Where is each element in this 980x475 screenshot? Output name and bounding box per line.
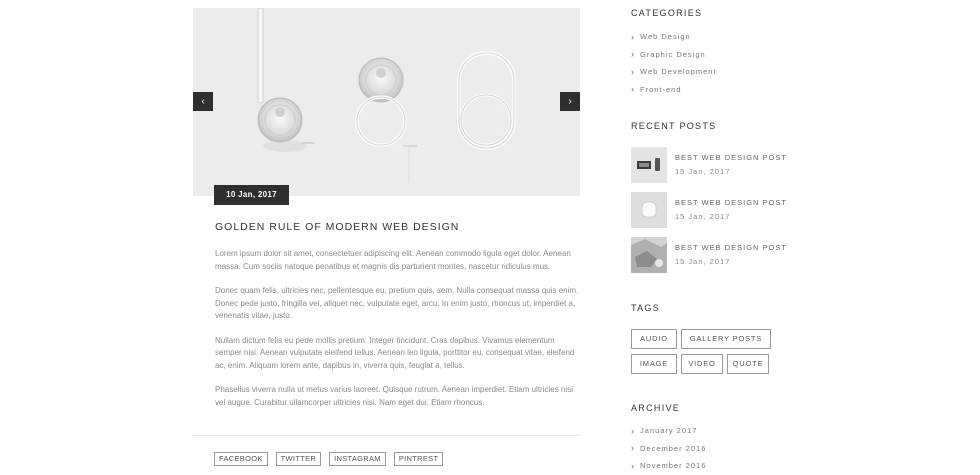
recent-post-item[interactable]: BEST WEB DESIGN POST 15 Jan, 2017	[631, 237, 811, 273]
tag-video[interactable]: VIDEO	[681, 354, 723, 374]
recent-posts-heading: RECENT POSTS	[631, 121, 717, 131]
category-label: Graphic Design	[640, 49, 706, 59]
recent-post-date: 15 Jan, 2017	[675, 257, 731, 266]
archive-item[interactable]: › November 2016	[631, 457, 706, 475]
post-image-slider	[193, 8, 580, 196]
post-date-badge: 10 Jan, 2017	[214, 185, 289, 205]
post-paragraph: Nullam dictum felis eu pede mollis preti…	[215, 335, 575, 370]
share-facebook-button[interactable]: FACEBOOK	[214, 452, 268, 466]
chevron-right-icon: ›	[631, 31, 635, 42]
share-buttons: FACEBOOK TWITTER INSTAGRAM PINTREST	[214, 452, 444, 466]
tag-image[interactable]: IMAGE	[631, 354, 677, 374]
recent-post-date: 15 Jan, 2017	[675, 212, 731, 221]
archive-item[interactable]: › December 2016	[631, 440, 706, 458]
post-paragraph: Phasellus viverra nulla ut metus varius …	[215, 385, 573, 407]
post-title[interactable]: GOLDEN RULE OF MODERN WEB DESIGN	[215, 221, 459, 233]
recent-post-thumbnail	[631, 192, 667, 228]
post-paragraph: Lorem ipsum dolor sit amet, consectetuer…	[215, 249, 571, 271]
archive-list: › January 2017 › December 2016 › November 2…	[631, 422, 706, 475]
archive-label: January 2017	[640, 426, 698, 436]
categories-heading: CATEGORIES	[631, 8, 703, 18]
slider-next-button[interactable]: ›	[560, 92, 580, 111]
category-label: Web Design	[640, 32, 691, 42]
tag-gallery-posts[interactable]: GALLERY POSTS	[681, 329, 771, 349]
share-instagram-button[interactable]: INSTAGRAM	[329, 452, 386, 466]
slider-prev-button[interactable]: ‹	[193, 92, 213, 111]
post-body: Lorem ipsum dolor sit amet, consectetuer…	[215, 248, 580, 421]
archive-heading: ARCHIVE	[631, 403, 681, 413]
can-tabs-photo	[257, 8, 516, 183]
chevron-right-icon: ›	[631, 49, 635, 60]
category-label: Front-end	[640, 84, 682, 94]
archive-item[interactable]: › January 2017	[631, 422, 706, 440]
recent-post-title: BEST WEB DESIGN POST	[675, 243, 787, 252]
categories-list: › Web Design › Graphic Design › Web Develop…	[631, 28, 717, 98]
tag-quote[interactable]: QUOTE	[727, 354, 769, 374]
recent-post-item[interactable]: BEST WEB DESIGN POST 15 Jan, 2017	[631, 192, 811, 228]
recent-post-thumbnail	[631, 147, 667, 183]
post-paragraph: Donec quam felis, ultricies nec, pellent…	[215, 286, 579, 320]
archive-label: November 2016	[640, 461, 707, 471]
category-label: Web Development	[640, 67, 717, 77]
category-item[interactable]: › Graphic Design	[631, 46, 717, 64]
chevron-right-icon: ›	[631, 460, 635, 471]
tag-audio[interactable]: AUDIO	[631, 329, 677, 349]
archive-label: December 2016	[640, 443, 707, 453]
recent-post-date: 15 Jan, 2017	[675, 167, 731, 176]
chevron-right-icon: ›	[631, 425, 635, 436]
recent-post-item[interactable]: BEST WEB DESIGN POST 15 Jan, 2017	[631, 147, 811, 183]
chevron-right-icon: ›	[631, 443, 635, 454]
category-item[interactable]: › Web Development	[631, 63, 717, 81]
share-pinterest-button[interactable]: PINTREST	[393, 452, 444, 466]
recent-post-title: BEST WEB DESIGN POST	[675, 153, 787, 162]
post-divider	[193, 435, 580, 436]
share-twitter-button[interactable]: TWITTER	[275, 452, 322, 466]
chevron-right-icon: ›	[631, 66, 635, 77]
category-item[interactable]: › Web Design	[631, 28, 717, 46]
chevron-right-icon: ›	[631, 84, 635, 95]
recent-post-thumbnail	[631, 237, 667, 273]
category-item[interactable]: › Front-end	[631, 81, 717, 99]
recent-post-title: BEST WEB DESIGN POST	[675, 198, 787, 207]
tags-heading: TAGS	[631, 303, 661, 313]
